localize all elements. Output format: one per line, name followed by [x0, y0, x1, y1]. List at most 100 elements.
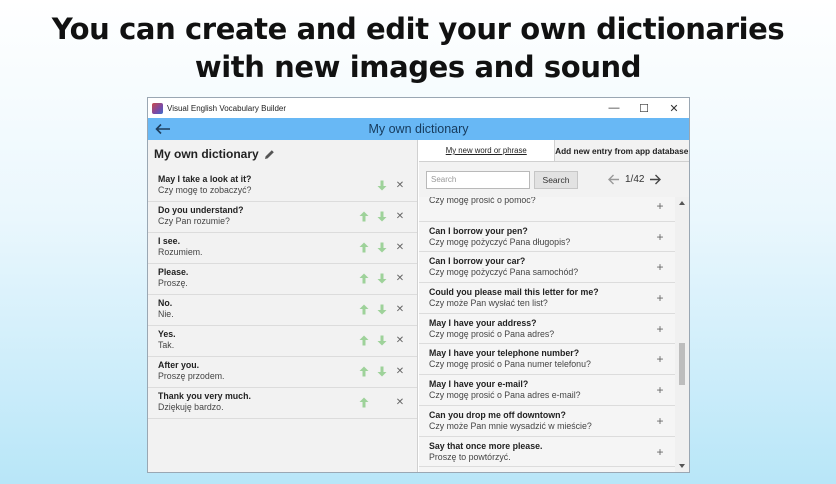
- dictionary-entry[interactable]: May I take a look at it? Czy mogę to zoba…: [148, 171, 417, 202]
- database-entry[interactable]: May I have your address? Czy mogę prosić …: [419, 313, 675, 345]
- move-up-icon[interactable]: [355, 364, 373, 378]
- dictionary-header: My own dictionary: [148, 140, 417, 168]
- database-entry[interactable]: Can I borrow your car? Czy mogę pożyczyć …: [419, 252, 675, 284]
- dictionary-entry[interactable]: Do you understand? Czy Pan rozumie? ✕: [148, 202, 417, 233]
- dictionary-entry[interactable]: After you. Proszę przodem. ✕: [148, 357, 417, 388]
- add-entry-icon[interactable]: +: [653, 383, 667, 397]
- tab-my-new-word[interactable]: My new word or phrase: [419, 140, 555, 161]
- entry-phrase: Can I borrow your pen?: [429, 225, 528, 236]
- database-entry[interactable]: May I have your e-mail? Czy mogę prosić o…: [419, 375, 675, 406]
- remove-entry-icon[interactable]: ✕: [391, 333, 409, 347]
- entry-phrase: Can I borrow your car?: [429, 256, 526, 267]
- remove-entry-icon[interactable]: ✕: [391, 240, 409, 254]
- move-up-icon[interactable]: [355, 302, 373, 316]
- dictionary-entries-list: May I take a look at it? Czy mogę to zoba…: [148, 171, 417, 419]
- database-entry[interactable]: Could you please mail this letter for me…: [419, 283, 675, 314]
- remove-entry-icon[interactable]: ✕: [391, 302, 409, 316]
- entry-phrase: Can you drop me off downtown?: [429, 409, 566, 420]
- move-down-icon[interactable]: [373, 240, 391, 254]
- add-entry-icon[interactable]: +: [653, 230, 667, 244]
- move-down-icon[interactable]: [373, 364, 391, 378]
- tab-app-database[interactable]: Add new entry from app database: [554, 140, 689, 161]
- move-up-icon[interactable]: [355, 271, 373, 285]
- entry-actions: ✕: [355, 178, 409, 192]
- scroll-down-icon[interactable]: [675, 460, 689, 472]
- database-entry[interactable]: Czy mogę prosić o pomoc? +: [419, 197, 675, 222]
- entry-translation: Czy mogę prosić o Pana numer telefonu?: [429, 359, 591, 370]
- entry-translation: Proszę to powtórzyć.: [429, 451, 511, 462]
- entry-actions: ✕: [355, 333, 409, 347]
- remove-entry-icon[interactable]: ✕: [391, 271, 409, 285]
- scrollbar-thumb[interactable]: [679, 343, 685, 385]
- database-entry[interactable]: May I have your telephone number? Czy mog…: [419, 344, 675, 376]
- remove-entry-icon[interactable]: ✕: [391, 364, 409, 378]
- dictionary-entry[interactable]: Please. Proszę. ✕: [148, 264, 417, 295]
- remove-entry-icon[interactable]: ✕: [391, 395, 409, 409]
- entry-phrase: May I have your e-mail?: [429, 379, 529, 390]
- dictionary-entry[interactable]: Thank you very much. Dziękuję bardzo. ✕: [148, 388, 417, 419]
- move-up-icon[interactable]: [355, 240, 373, 254]
- search-button[interactable]: Search: [534, 170, 578, 189]
- dictionary-title: My own dictionary: [154, 147, 259, 161]
- move-up-icon[interactable]: [355, 333, 373, 347]
- previous-page-icon[interactable]: [606, 172, 622, 188]
- add-entry-icon[interactable]: +: [653, 199, 667, 213]
- add-entry-icon[interactable]: +: [653, 352, 667, 366]
- entry-translation: Czy mogę prosić o Pana adres e-mail?: [429, 390, 581, 401]
- entry-translation: Czy mogę prosić o Pana adres?: [429, 328, 555, 339]
- add-entry-icon[interactable]: +: [653, 414, 667, 428]
- entry-actions: ✕: [355, 302, 409, 316]
- move-down-icon[interactable]: [373, 271, 391, 285]
- dictionary-entry[interactable]: No. Nie. ✕: [148, 295, 417, 326]
- entry-tabs: My new word or phrase Add new entry from…: [419, 140, 689, 162]
- add-entry-icon[interactable]: +: [653, 445, 667, 459]
- scrollbar[interactable]: [675, 197, 689, 472]
- add-entry-icon[interactable]: +: [653, 322, 667, 336]
- add-entry-panel: My new word or phrase Add new entry from…: [419, 140, 689, 472]
- entry-translation: Czy może Pan wysłać ten list?: [429, 298, 548, 309]
- promo-headline: You can create and edit your own diction…: [0, 10, 836, 86]
- entry-phrase: Please speak more slowly.: [429, 471, 675, 472]
- remove-entry-icon[interactable]: ✕: [391, 209, 409, 223]
- database-entry[interactable]: Please speak more slowly.+: [419, 467, 675, 472]
- add-entry-icon[interactable]: +: [653, 260, 667, 274]
- entry-actions: ✕: [355, 240, 409, 254]
- entry-actions: ✕: [355, 395, 409, 409]
- entry-translation: Czy może Pan mnie wysadzić w mieście?: [429, 420, 592, 431]
- scroll-up-icon[interactable]: [675, 197, 689, 209]
- move-up-placeholder: [355, 178, 373, 192]
- entry-phrase: Say that once more please.: [429, 440, 543, 451]
- app-logo-icon: [152, 102, 163, 114]
- database-entries-inner: Czy mogę prosić o pomoc? + Can I borrow yo…: [419, 197, 675, 472]
- move-down-icon[interactable]: [373, 333, 391, 347]
- close-window-button[interactable]: ✕: [659, 98, 689, 118]
- headline-line-1: You can create and edit your own diction…: [51, 12, 785, 46]
- entry-translation: Czy mogę pożyczyć Pana długopis?: [429, 236, 571, 247]
- next-page-icon[interactable]: [647, 172, 663, 188]
- maximize-button[interactable]: ☐: [629, 98, 659, 118]
- dictionary-entry[interactable]: Yes. Tak. ✕: [148, 326, 417, 357]
- move-up-icon[interactable]: [355, 395, 373, 409]
- dictionary-entry[interactable]: I see. Rozumiem. ✕: [148, 233, 417, 264]
- move-down-icon[interactable]: [373, 302, 391, 316]
- move-down-icon[interactable]: [373, 209, 391, 223]
- window-titlebar: Visual English Vocabulary Builder — ☐ ✕: [148, 98, 689, 118]
- remove-entry-icon[interactable]: ✕: [391, 178, 409, 192]
- minimize-button[interactable]: —: [599, 98, 629, 118]
- back-arrow-icon[interactable]: [153, 119, 173, 139]
- entry-phrase: Could you please mail this letter for me…: [429, 287, 599, 298]
- database-entry[interactable]: Can you drop me off downtown? Czy może Pa…: [419, 405, 675, 437]
- add-entry-icon[interactable]: +: [653, 291, 667, 305]
- move-down-icon[interactable]: [373, 178, 391, 192]
- search-input[interactable]: [426, 170, 530, 189]
- pencil-icon[interactable]: [264, 149, 275, 160]
- database-entry[interactable]: Say that once more please. Proszę to powt…: [419, 436, 675, 468]
- entry-translation: Czy mogę pożyczyć Pana samochód?: [429, 267, 579, 278]
- main-content: My own dictionary May I take a look at i…: [148, 140, 689, 472]
- move-up-icon[interactable]: [355, 209, 373, 223]
- entry-actions: ✕: [355, 271, 409, 285]
- database-entry[interactable]: Can I borrow your pen? Czy mogę pożyczyć …: [419, 221, 675, 253]
- headline-line-2: with new images and sound: [194, 50, 642, 84]
- search-bar: Search 1/42: [419, 162, 689, 197]
- entry-phrase: May I have your address?: [429, 317, 537, 328]
